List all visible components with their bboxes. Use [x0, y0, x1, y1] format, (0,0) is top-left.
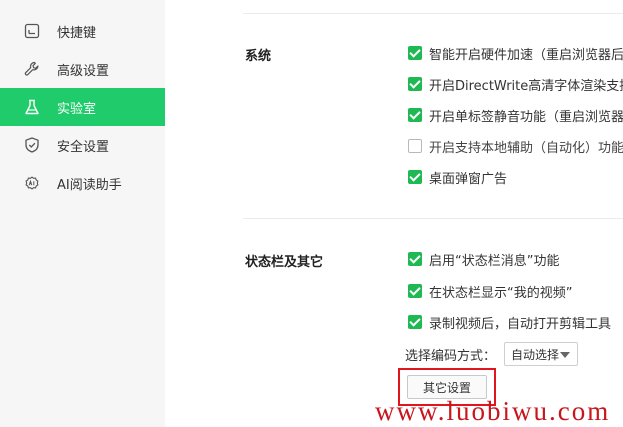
settings-content: 系统 智能开启硬件加速（重启浏览器后 开启DirectWrite高清字体渲染支持… — [165, 0, 623, 427]
section-divider — [243, 218, 623, 219]
flask-icon — [23, 98, 41, 116]
option-label: 开启DirectWrite高清字体渲染支持 — [429, 78, 623, 94]
section-divider — [243, 13, 623, 14]
sidebar-item-lab[interactable]: 实验室 — [0, 88, 165, 126]
settings-sidebar: 快捷键 高级设置 实验室 安全设置 AI阅读助手 — [0, 0, 165, 427]
checkbox[interactable] — [408, 46, 422, 60]
option-label: 桌面弹窗广告 — [429, 171, 508, 187]
encoding-value: 自动选择 — [511, 347, 560, 362]
option-desktop-popup-ads[interactable]: 桌面弹窗广告 — [408, 168, 508, 187]
option-my-videos[interactable]: 在状态栏显示“我的视频” — [408, 282, 573, 301]
checkbox[interactable] — [408, 77, 422, 91]
sidebar-item-label: 实验室 — [57, 101, 97, 117]
option-label: 智能开启硬件加速（重启浏览器后 — [429, 47, 623, 63]
section-title-statusbar: 状态栏及其它 — [245, 255, 324, 270]
keyboard-icon — [23, 22, 41, 40]
option-directwrite[interactable]: 开启DirectWrite高清字体渲染支持 — [408, 75, 623, 94]
sidebar-item-shortcuts[interactable]: 快捷键 — [0, 12, 165, 50]
option-tab-mute[interactable]: 开启单标签静音功能（重启浏览器 — [408, 106, 623, 125]
option-label: 录制视频后，自动打开剪辑工具 — [429, 316, 612, 332]
sidebar-item-label: AI阅读助手 — [57, 177, 122, 193]
encoding-select[interactable]: 自动选择 — [504, 342, 579, 366]
shield-icon — [23, 136, 41, 154]
sidebar-item-label: 高级设置 — [57, 63, 110, 79]
sidebar-item-advanced[interactable]: 高级设置 — [0, 50, 165, 88]
sidebar-item-security[interactable]: 安全设置 — [0, 126, 165, 164]
ai-assistant-icon — [23, 174, 41, 192]
encoding-row: 选择编码方式： 自动选择 — [405, 341, 579, 367]
encoding-label: 选择编码方式： — [405, 348, 497, 364]
checkbox[interactable] — [408, 170, 422, 184]
option-label: 开启单标签静音功能（重启浏览器 — [429, 109, 623, 125]
checkbox[interactable] — [408, 315, 422, 329]
watermark: www.luobiwu.com — [375, 396, 611, 426]
section-title-system: 系统 — [245, 49, 272, 64]
chevron-down-icon — [560, 352, 571, 358]
option-statusbar-messages[interactable]: 启用“状态栏消息”功能 — [408, 250, 560, 269]
sidebar-item-label: 安全设置 — [57, 139, 110, 155]
sidebar-item-ai-reader[interactable]: AI阅读助手 — [0, 164, 165, 202]
option-hardware-acceleration[interactable]: 智能开启硬件加速（重启浏览器后 — [408, 44, 623, 63]
sidebar-item-label: 快捷键 — [57, 25, 97, 41]
option-label: 开启支持本地辅助（自动化）功能 — [429, 140, 623, 156]
checkbox[interactable] — [408, 284, 422, 298]
option-label: 启用“状态栏消息”功能 — [429, 253, 560, 269]
option-local-assist[interactable]: 开启支持本地辅助（自动化）功能 — [408, 137, 623, 156]
option-label: 在状态栏显示“我的视频” — [429, 285, 573, 301]
checkbox[interactable] — [408, 252, 422, 266]
checkbox[interactable] — [408, 108, 422, 122]
wrench-icon — [23, 60, 41, 78]
option-open-editor[interactable]: 录制视频后，自动打开剪辑工具 — [408, 313, 612, 332]
checkbox[interactable] — [408, 139, 422, 153]
